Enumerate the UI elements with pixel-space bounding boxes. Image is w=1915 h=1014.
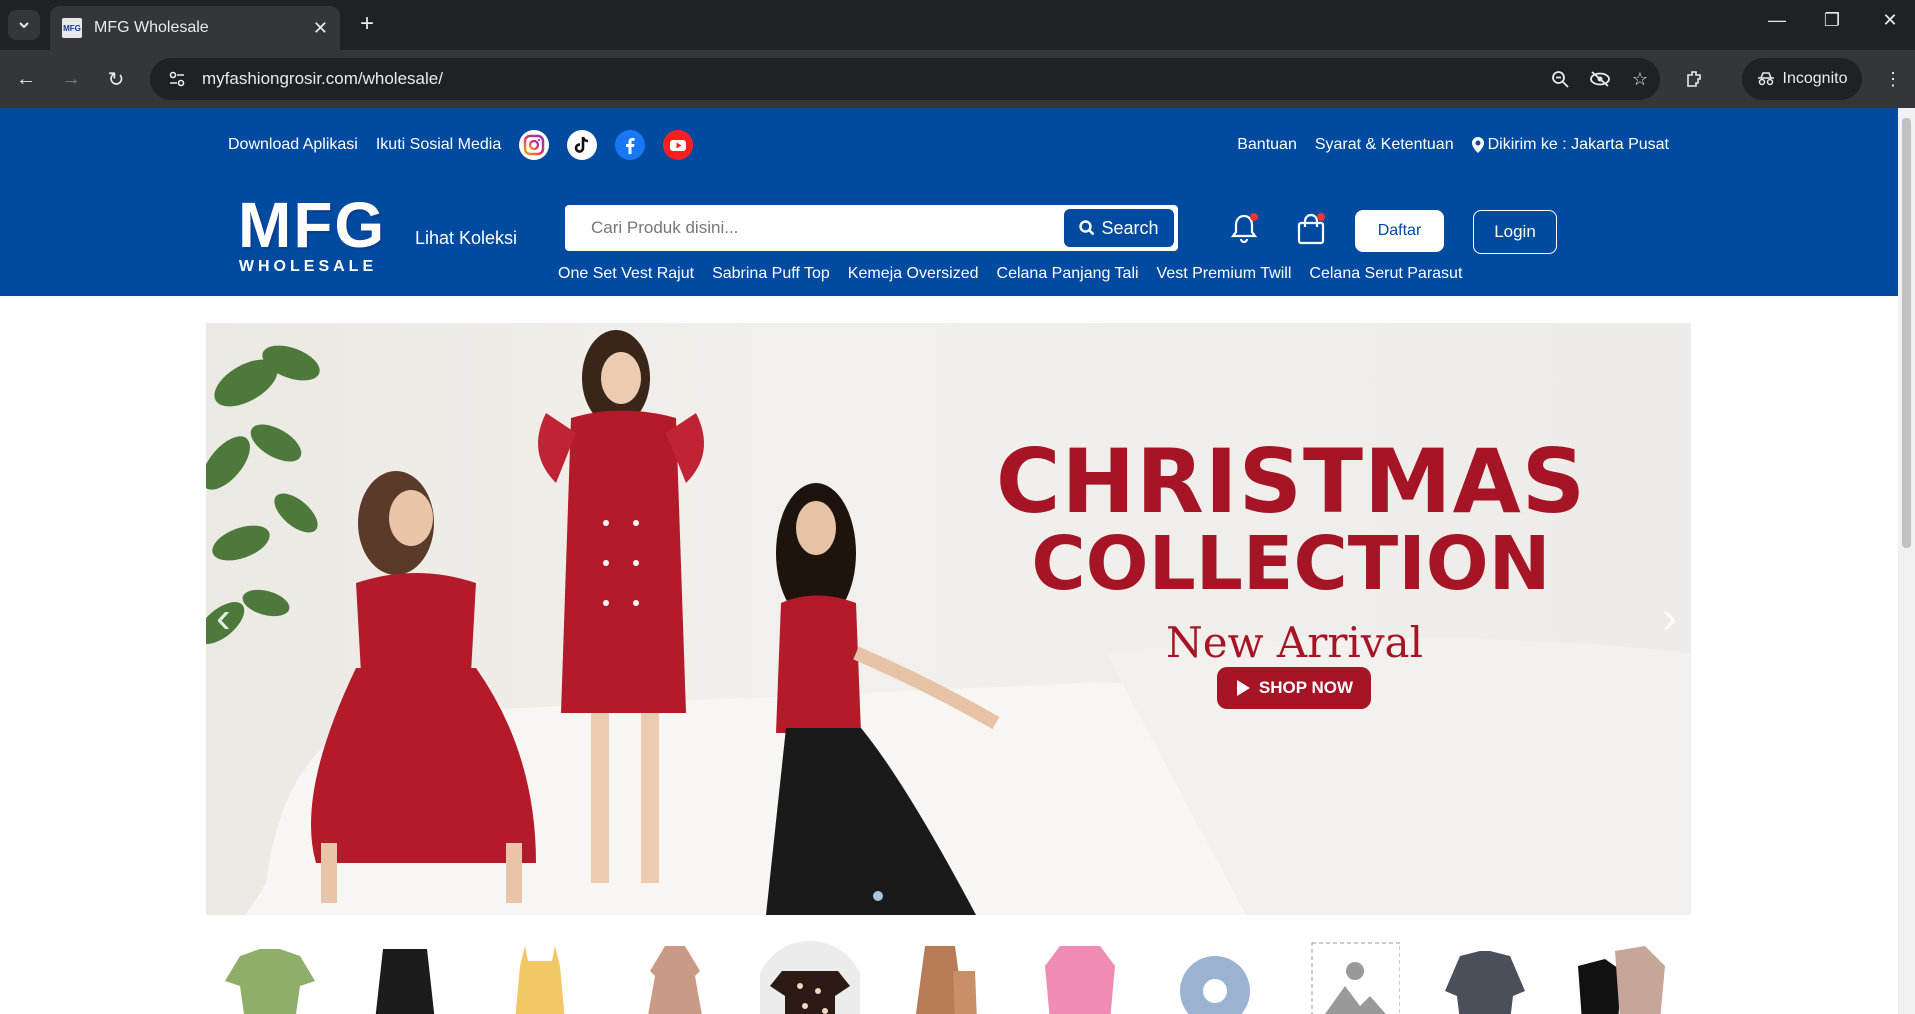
site-logo[interactable]: MFG WHOLESALE (238, 189, 387, 288)
register-button[interactable]: Daftar (1355, 210, 1444, 252)
banner-subtitle: New Arrival (1166, 618, 1424, 667)
close-tab-icon[interactable]: ✕ (313, 18, 328, 39)
notification-badge (1250, 213, 1258, 221)
browser-toolbar: ← → ↻ myfashiongrosir.com/wholesale/ ☆ I… (0, 50, 1915, 108)
hero-banner[interactable]: CHRISTMAS COLLECTION New Arrival SHOP NO… (206, 323, 1691, 915)
quick-link[interactable]: One Set Vest Rajut (558, 265, 694, 283)
quick-link[interactable]: Celana Panjang Tali (997, 265, 1139, 283)
quick-links: One Set Vest Rajut Sabrina Puff Top Keme… (558, 265, 1462, 283)
category-camel-set-thumbnail[interactable] (895, 941, 995, 1014)
category-tops-set-thumbnail[interactable] (1570, 941, 1670, 1014)
banner-line1: CHRISTMAS (995, 430, 1587, 533)
quick-link[interactable]: Sabrina Puff Top (712, 265, 830, 283)
category-green-top-thumbnail[interactable] (220, 941, 320, 1014)
play-icon (1236, 680, 1250, 696)
category-floral-top-thumbnail[interactable] (760, 941, 860, 1014)
new-tab-button[interactable]: + (352, 10, 382, 38)
back-button[interactable]: ← (10, 63, 42, 95)
category-grey-sweater-thumbnail[interactable] (1435, 941, 1535, 1014)
star-icon[interactable]: ☆ (1620, 64, 1660, 94)
search-button[interactable]: Search (1064, 209, 1174, 247)
tab-title: MFG Wholesale (94, 19, 209, 36)
site-header: Download Aplikasi Ikuti Sosial Media Ban… (0, 108, 1898, 296)
scrollbar-thumb[interactable] (1902, 118, 1911, 548)
reload-button[interactable]: ↻ (100, 63, 132, 95)
category-scrunchie-thumbnail[interactable] (1165, 941, 1265, 1014)
image-placeholder-icon[interactable] (1300, 941, 1400, 1014)
notification-bell-icon[interactable] (1226, 211, 1262, 247)
shop-now-button[interactable]: SHOP NOW (1217, 667, 1371, 709)
banner-line2: COLLECTION (1031, 521, 1551, 607)
search-button-label: Search (1101, 217, 1159, 238)
logo-sub-text: WHOLESALE (238, 258, 378, 275)
login-button[interactable]: Login (1473, 210, 1557, 254)
quick-link[interactable]: Vest Premium Twill (1157, 265, 1292, 283)
carousel-indicator-dot[interactable] (873, 891, 883, 901)
help-link[interactable]: Bantuan (1237, 136, 1297, 154)
favicon-icon: MFG (62, 18, 82, 38)
banner-photo-illustration (206, 330, 1691, 915)
chevron-down-icon (19, 22, 29, 29)
eye-off-icon[interactable] (1580, 64, 1620, 94)
youtube-icon[interactable] (663, 130, 694, 160)
banner-headline: CHRISTMAS COLLECTION (991, 430, 1591, 607)
browser-tab[interactable]: MFG MFG Wholesale ✕ (50, 6, 340, 50)
follow-social-label: Ikuti Sosial Media (375, 136, 502, 153)
web-page: Download Aplikasi Ikuti Sosial Media Ban… (0, 108, 1898, 1014)
search-bar: Search (565, 205, 1178, 251)
carousel-prev-arrow-icon[interactable]: ‹ (216, 593, 231, 643)
facebook-icon[interactable] (615, 130, 646, 160)
category-black-skirt-thumbnail[interactable] (355, 941, 455, 1014)
zoom-icon[interactable] (1540, 64, 1580, 94)
quick-link[interactable]: Kemeja Oversized (848, 265, 979, 283)
url-text[interactable]: myfashiongrosir.com/wholesale/ (202, 69, 1540, 89)
instagram-icon[interactable] (519, 130, 550, 160)
incognito-icon (1757, 72, 1774, 86)
category-yellow-dress-thumbnail[interactable] (490, 941, 590, 1014)
site-info-icon[interactable] (164, 66, 190, 92)
logo-main-text: MFG (238, 189, 387, 261)
minimize-button[interactable]: — (1757, 10, 1797, 31)
incognito-label: Incognito (1782, 70, 1848, 87)
menu-icon[interactable]: ⋮ (1878, 63, 1908, 95)
terms-link[interactable]: Syarat & Ketentuan (1315, 136, 1454, 154)
cart-badge (1317, 213, 1325, 221)
ship-to-text: Dikirim ke : Jakarta Pusat (1487, 136, 1669, 153)
see-collection-link[interactable]: Lihat Koleksi (415, 228, 517, 249)
incognito-indicator[interactable]: Incognito (1742, 58, 1862, 100)
search-icon (1079, 220, 1095, 236)
ship-to-selector[interactable]: Dikirim ke : Jakarta Pusat (1471, 136, 1669, 154)
cart-bag-icon[interactable] (1293, 211, 1329, 247)
close-window-button[interactable]: ✕ (1870, 10, 1910, 31)
restore-button[interactable]: ❐ (1812, 10, 1852, 31)
category-beige-dress-thumbnail[interactable] (625, 941, 725, 1014)
shop-now-label: SHOP NOW (1258, 678, 1354, 697)
tab-search-button[interactable] (8, 10, 40, 40)
category-pink-cardigan-thumbnail[interactable] (1030, 941, 1130, 1014)
location-pin-icon (1471, 137, 1484, 153)
download-app-link[interactable]: Download Aplikasi (228, 136, 358, 154)
carousel-next-arrow-icon[interactable]: › (1662, 593, 1677, 643)
address-bar[interactable]: myfashiongrosir.com/wholesale/ ☆ (150, 58, 1660, 100)
search-input[interactable] (565, 218, 1064, 238)
extensions-icon[interactable] (1678, 63, 1712, 95)
tiktok-icon[interactable] (567, 130, 598, 160)
category-thumbnails (220, 941, 1690, 1014)
forward-button[interactable]: → (55, 63, 87, 95)
browser-tab-bar: MFG MFG Wholesale ✕ + — ❐ ✕ (0, 0, 1915, 50)
quick-link[interactable]: Celana Serut Parasut (1309, 265, 1462, 283)
page-scrollbar[interactable] (1898, 108, 1915, 1014)
